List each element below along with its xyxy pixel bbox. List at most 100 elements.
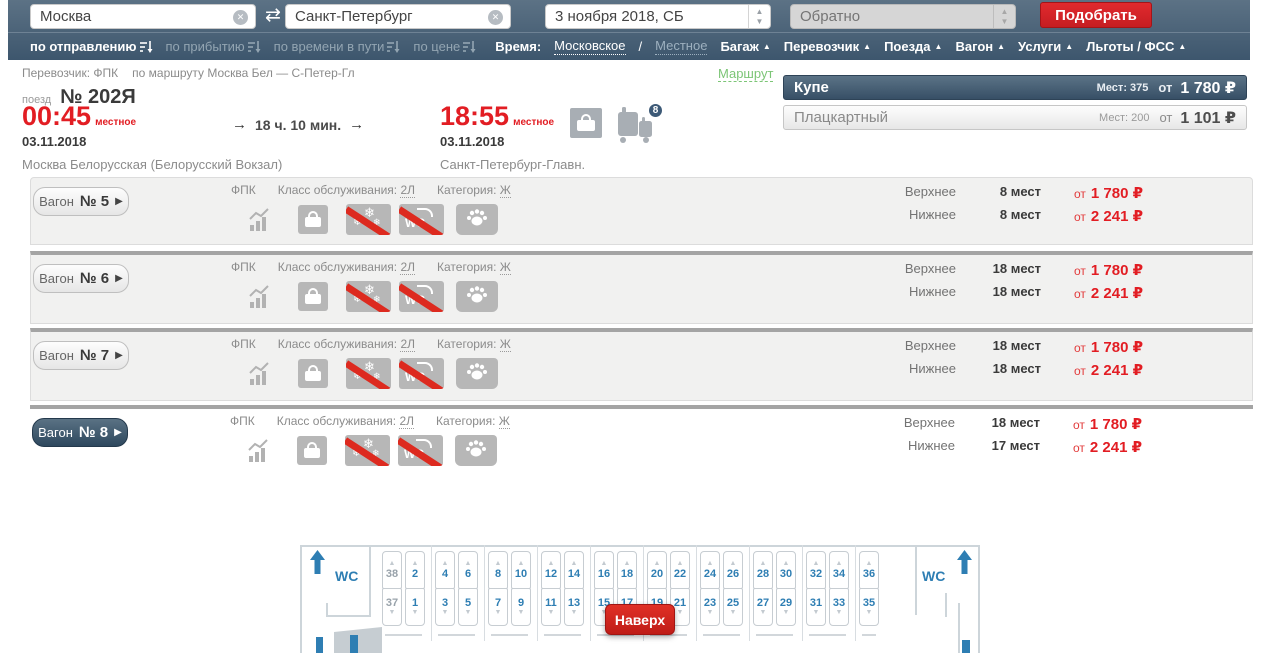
from-station-field[interactable]: ✕	[30, 4, 256, 29]
filter-trains[interactable]: Поезда▲	[884, 39, 942, 54]
service-class-value[interactable]: 2Л	[400, 260, 415, 275]
sort-by-price[interactable]: по цене	[413, 39, 476, 54]
seat-9[interactable]: 9▼	[511, 588, 531, 626]
seat-16[interactable]: ▲16	[594, 551, 614, 589]
seat-6[interactable]: ▲6	[458, 551, 478, 589]
stepper-up-icon[interactable]: ▲	[1001, 7, 1009, 16]
swap-stations-icon[interactable]: ⇄	[260, 3, 286, 29]
time-local-toggle[interactable]: Местное	[655, 38, 707, 55]
seat-12[interactable]: ▲12	[541, 551, 561, 589]
class-tab-platzkart[interactable]: Плацкартный Мест: 200 от 1 101 ₽	[783, 105, 1247, 130]
wagon-7-button[interactable]: Вагон№ 7▶	[33, 341, 129, 370]
service-class-value[interactable]: 2Л	[399, 414, 414, 429]
seat-29[interactable]: 29▼	[776, 588, 796, 626]
berth-price[interactable]: от2 241 ₽	[1074, 361, 1143, 379]
berth-price[interactable]: от1 780 ₽	[1074, 261, 1143, 279]
stepper-down-icon[interactable]: ▼	[1001, 17, 1009, 26]
route-link[interactable]: Маршрут	[718, 66, 773, 82]
seat-26[interactable]: ▲26	[723, 551, 743, 589]
filter-services[interactable]: Услуги▲	[1018, 39, 1073, 54]
seat-14[interactable]: ▲14	[564, 551, 584, 589]
to-station-input[interactable]	[295, 8, 484, 25]
category-value[interactable]: Ж	[499, 414, 510, 429]
stepper-up-icon[interactable]: ▲	[756, 7, 764, 16]
seat-20[interactable]: ▲20	[647, 551, 667, 589]
return-date-input[interactable]	[800, 8, 989, 25]
seat-column: ▲109▼	[511, 551, 531, 626]
filter-carrier[interactable]: Перевозчик▲	[784, 39, 871, 54]
filter-benefits[interactable]: Льготы / ФСС▲	[1086, 39, 1186, 54]
seat-8[interactable]: ▲8	[488, 551, 508, 589]
filter-baggage[interactable]: Багаж▲	[720, 39, 770, 54]
sort-by-arrival[interactable]: по прибытию	[166, 39, 261, 54]
category-value[interactable]: Ж	[500, 183, 511, 198]
seat-up-arrow-icon: ▲	[601, 560, 608, 568]
seat-30[interactable]: ▲30	[776, 551, 796, 589]
clear-from-icon[interactable]: ✕	[233, 10, 248, 25]
seat-1[interactable]: 1▼	[405, 588, 425, 626]
time-moscow-toggle[interactable]: Московское	[554, 38, 625, 55]
category-value[interactable]: Ж	[500, 337, 511, 352]
date-stepper[interactable]: ▲▼	[748, 5, 770, 28]
category-value[interactable]: Ж	[500, 260, 511, 275]
seat-column: ▲2423▼	[700, 551, 720, 626]
stepper-down-icon[interactable]: ▼	[756, 17, 764, 26]
berth-price[interactable]: от1 780 ₽	[1074, 184, 1143, 202]
wagon-6-button[interactable]: Вагон№ 6▶	[33, 264, 129, 293]
seat-28[interactable]: ▲28	[753, 551, 773, 589]
seat-5[interactable]: 5▼	[458, 588, 478, 626]
seat-down-arrow-icon: ▼	[465, 609, 472, 617]
berth-price[interactable]: от2 241 ₽	[1074, 284, 1143, 302]
seat-34[interactable]: ▲34	[829, 551, 849, 589]
to-station-field[interactable]: ✕	[285, 4, 511, 29]
seat-13[interactable]: 13▼	[564, 588, 584, 626]
seat-3[interactable]: 3▼	[435, 588, 455, 626]
wagon-info-line: ФПК Класс обслуживания: 2Л Категория: Ж	[230, 414, 510, 428]
date-input[interactable]	[555, 8, 744, 25]
seat-27[interactable]: 27▼	[753, 588, 773, 626]
seat-4[interactable]: ▲4	[435, 551, 455, 589]
wagon-8-button[interactable]: Вагон№ 8▶	[32, 418, 128, 447]
berth-price[interactable]: от1 780 ₽	[1073, 415, 1142, 433]
service-class-value[interactable]: 2Л	[400, 337, 415, 352]
sort-by-duration[interactable]: по времени в пути	[274, 39, 401, 54]
seat-22[interactable]: ▲22	[670, 551, 690, 589]
seat-24[interactable]: ▲24	[700, 551, 720, 589]
berth-price[interactable]: от2 241 ₽	[1073, 438, 1142, 456]
seat-33[interactable]: 33▼	[829, 588, 849, 626]
return-date-stepper[interactable]: ▲▼	[993, 5, 1015, 28]
wagon-5-button[interactable]: Вагон№ 5▶	[33, 187, 129, 216]
from-station-input[interactable]	[40, 8, 229, 25]
service-class-value[interactable]: 2Л	[400, 183, 415, 198]
back-to-top-button[interactable]: Наверх	[605, 604, 675, 635]
seat-column: ▲21▼	[405, 551, 425, 626]
return-date-field[interactable]: ▲▼	[790, 4, 1016, 29]
seat-2[interactable]: ▲2	[405, 551, 425, 589]
seat-down-arrow-icon: ▼	[783, 609, 790, 617]
search-submit-button[interactable]: Подобрать	[1040, 2, 1152, 28]
seat-36[interactable]: ▲36	[859, 551, 879, 589]
berth-price[interactable]: от2 241 ₽	[1074, 207, 1143, 225]
filter-wagon[interactable]: Вагон▲	[955, 39, 1005, 54]
seat-38[interactable]: ▲38	[382, 551, 402, 589]
seat-32[interactable]: ▲32	[806, 551, 826, 589]
time-slash: /	[639, 39, 643, 54]
seat-31[interactable]: 31▼	[806, 588, 826, 626]
seat-column: ▲3635▼	[859, 551, 879, 626]
sort-by-departure[interactable]: по отправлению	[30, 39, 153, 54]
class-tab-kupe[interactable]: Купе Мест: 375 от 1 780 ₽	[783, 75, 1247, 100]
seat-11[interactable]: 11▼	[541, 588, 561, 626]
wagon-row-6: Вагон№ 6▶ ФПК Класс обслуживания: 2Л Кат…	[30, 251, 1253, 324]
seat-10[interactable]: ▲10	[511, 551, 531, 589]
seat-23[interactable]: 23▼	[700, 588, 720, 626]
seat-37[interactable]: 37▼	[382, 588, 402, 626]
seat-7[interactable]: 7▼	[488, 588, 508, 626]
no-bio-wc-icon: WC	[398, 435, 443, 466]
clear-to-icon[interactable]: ✕	[488, 10, 503, 25]
seat-18[interactable]: ▲18	[617, 551, 637, 589]
seat-25[interactable]: 25▼	[723, 588, 743, 626]
berth-price[interactable]: от1 780 ₽	[1074, 338, 1143, 356]
date-field[interactable]: ▲▼	[545, 4, 771, 29]
seat-35[interactable]: 35▼	[859, 588, 879, 626]
seat-down-arrow-icon: ▼	[707, 609, 714, 617]
